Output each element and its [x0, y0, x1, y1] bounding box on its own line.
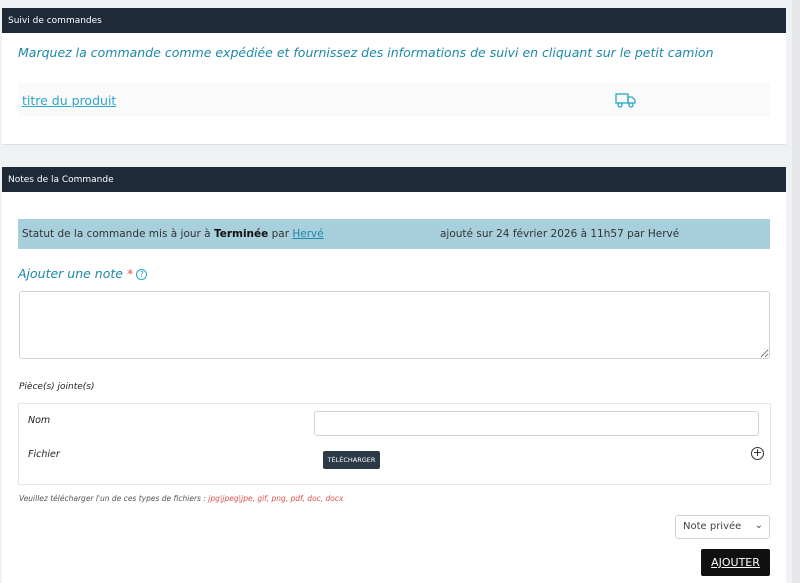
status-text: Statut de la commande mis à jour à Termi…	[22, 228, 324, 240]
add-note-label: Ajouter une note *?	[18, 266, 148, 281]
status-value: Terminée	[213, 228, 269, 240]
note-type-select[interactable]: Note privée ⌄	[675, 515, 770, 539]
product-row: titre du produit	[18, 83, 770, 116]
notes-panel-header: Notes de la Commande	[2, 167, 786, 192]
truck-icon[interactable]	[615, 92, 637, 108]
tracking-panel-body: Marquez la commande comme expédiée et fo…	[2, 33, 786, 145]
add-attachment-icon[interactable]: +	[751, 447, 764, 460]
add-note-text: Ajouter une note	[18, 266, 123, 281]
upload-button[interactable]: TÉLÉCHARGER	[323, 451, 380, 469]
chevron-down-icon: ⌄	[754, 520, 763, 531]
notes-panel-body: Statut de la commande mis à jour à Termi…	[2, 192, 786, 583]
add-note-button[interactable]: AJOUTER	[701, 549, 770, 576]
help-icon[interactable]: ?	[136, 269, 148, 280]
file-types-prefix: Veuillez télécharger l'un de ces types d…	[19, 494, 209, 503]
product-title-link[interactable]: titre du produit	[22, 93, 116, 108]
name-label: Nom	[28, 415, 51, 426]
tracking-panel-header: Suivi de commandes	[2, 8, 786, 33]
status-by: par	[268, 228, 293, 240]
file-types-hint: Veuillez télécharger l'un de ces types d…	[19, 494, 343, 503]
attachment-name-input[interactable]	[314, 411, 759, 436]
file-types-list: jpg|jpeg|jpe, gif, png, pdf, doc, docx	[208, 494, 344, 503]
tracking-panel-title: Suivi de commandes	[8, 15, 102, 26]
status-user-link[interactable]: Hervé	[292, 228, 323, 240]
scrollbar[interactable]	[792, 0, 800, 583]
note-textarea[interactable]	[19, 291, 770, 359]
order-status-note: Statut de la commande mis à jour à Termi…	[18, 219, 770, 249]
required-mark: *	[126, 266, 134, 281]
tracking-instructions: Marquez la commande comme expédiée et fo…	[18, 45, 714, 60]
attachments-label: Pièce(s) jointe(s)	[19, 382, 95, 392]
file-label: Fichier	[28, 449, 60, 460]
status-timestamp: ajouté sur 24 février 2026 à 11h57 par H…	[440, 228, 680, 240]
notes-panel-title: Notes de la Commande	[8, 174, 114, 185]
note-type-value: Note privée	[683, 521, 742, 532]
status-prefix: Statut de la commande mis à jour à	[22, 228, 214, 240]
attachments-box: Nom Fichier TÉLÉCHARGER +	[18, 403, 771, 485]
